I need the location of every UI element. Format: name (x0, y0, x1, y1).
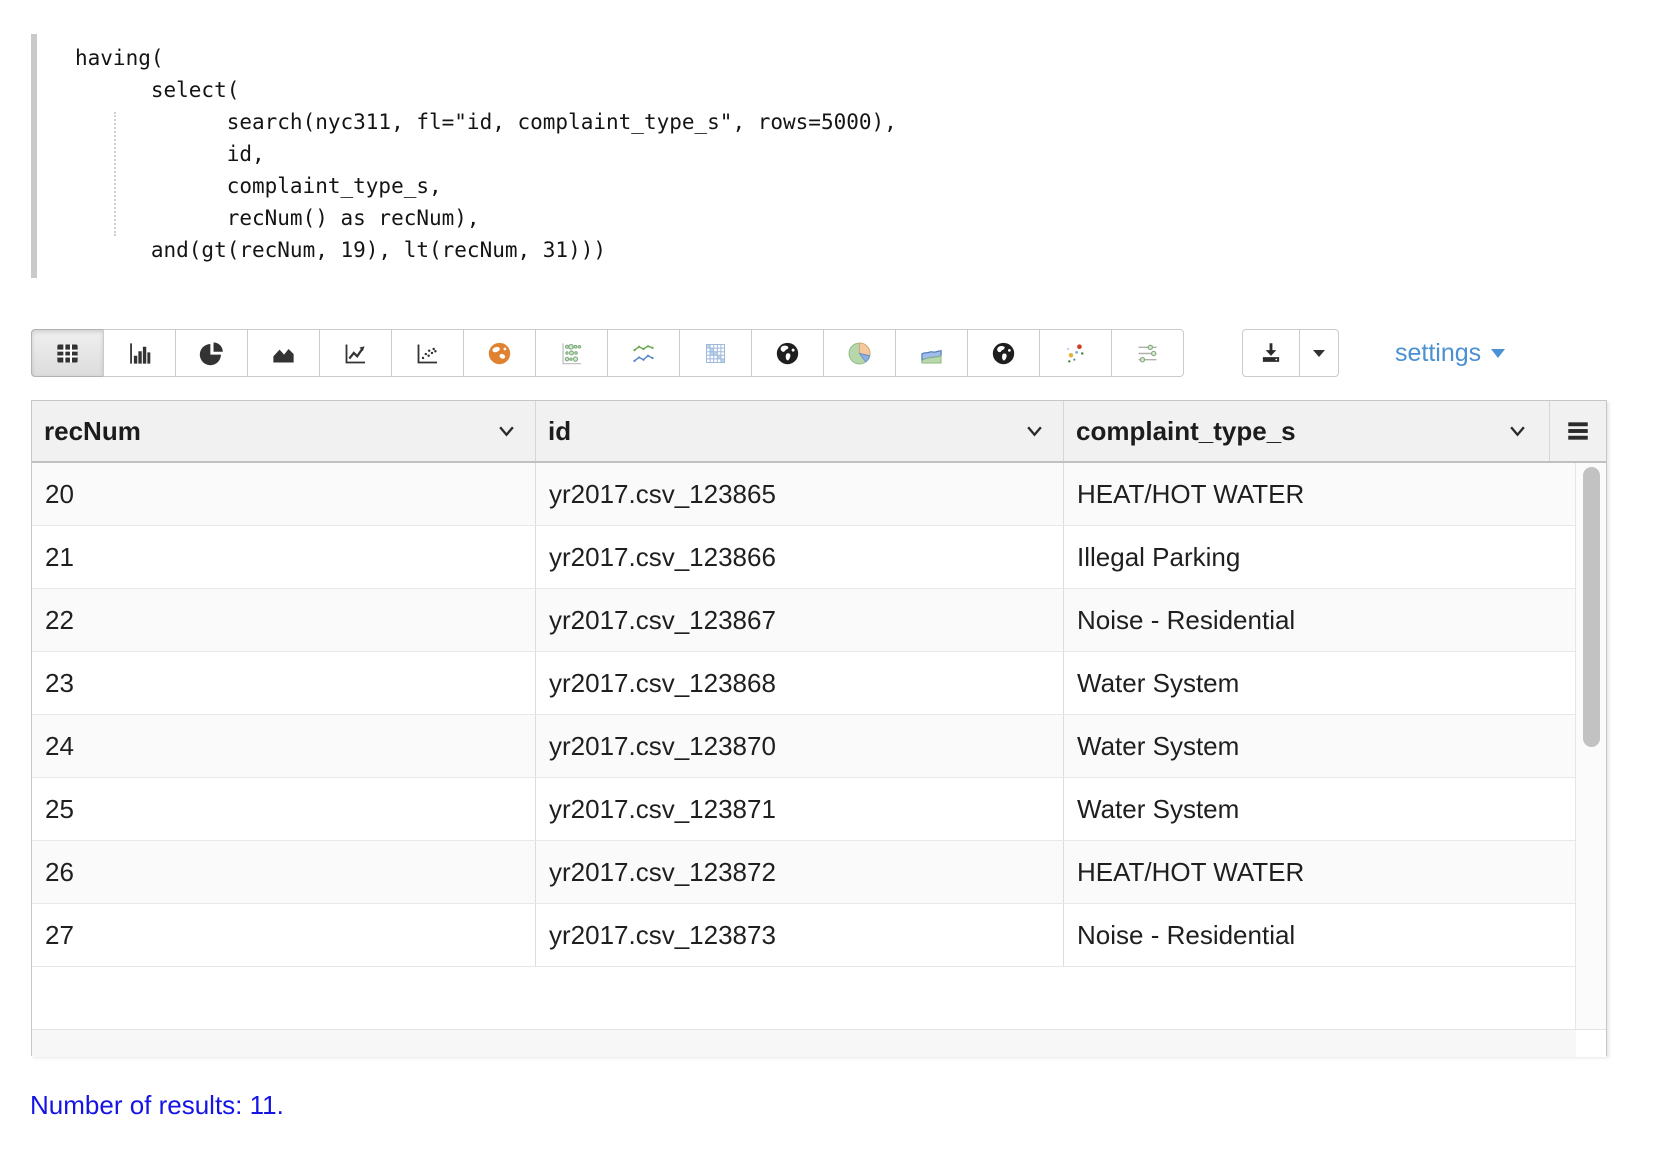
heatmap-grid-icon (702, 340, 729, 367)
chevron-down-icon[interactable] (1026, 425, 1043, 437)
parallel-coordinates-icon (1134, 340, 1161, 367)
cell-recnum: 26 (32, 841, 536, 903)
chevron-down-icon[interactable] (498, 425, 515, 437)
cell-id: yr2017.csv_123868 (536, 652, 1064, 714)
cell-recnum: 25 (32, 778, 536, 840)
cell-recnum: 20 (32, 463, 536, 525)
cell-recnum: 22 (32, 589, 536, 651)
world-map-button[interactable] (463, 329, 536, 377)
area-chart-button[interactable] (247, 329, 320, 377)
bar-chart-icon (126, 340, 153, 367)
cell-complaint-type: Noise - Residential (1064, 904, 1576, 966)
column-header-recnum[interactable]: recNum (32, 401, 536, 461)
cell-id: yr2017.csv_123867 (536, 589, 1064, 651)
download-icon (1258, 340, 1284, 366)
cell-id: yr2017.csv_123873 (536, 904, 1064, 966)
table-row[interactable]: 24 yr2017.csv_123870 Water System (32, 715, 1606, 778)
table-scrollbar-track[interactable] (1575, 463, 1606, 1029)
cell-recnum: 23 (32, 652, 536, 714)
table-view-button[interactable] (31, 329, 104, 377)
settings-label: settings (1395, 339, 1481, 368)
cell-id: yr2017.csv_123871 (536, 778, 1064, 840)
line-chart-button[interactable] (319, 329, 392, 377)
table-row[interactable]: 23 yr2017.csv_123868 Water System (32, 652, 1606, 715)
column-header-complaint-type[interactable]: complaint_type_s (1064, 401, 1546, 461)
results-table: recNum id complaint_type_s (31, 400, 1607, 1056)
table-body: 20 yr2017.csv_123865 HEAT/HOT WATER 21 y… (32, 463, 1606, 1029)
bubble-matrix-icon (558, 340, 585, 367)
scrollbar-corner (1576, 1030, 1606, 1057)
multi-line-chart-button[interactable] (607, 329, 680, 377)
chevron-down-icon[interactable] (1509, 425, 1526, 437)
table-scrollbar-thumb[interactable] (1583, 467, 1600, 747)
table-row[interactable]: 21 yr2017.csv_123866 Illegal Parking (32, 526, 1606, 589)
table-footer-strip (32, 1029, 1606, 1057)
download-button-group (1242, 329, 1339, 377)
column-label: recNum (44, 416, 141, 447)
scatter-plot-button[interactable] (391, 329, 464, 377)
table-row[interactable]: 26 yr2017.csv_123872 HEAT/HOT WATER (32, 841, 1606, 904)
parallel-coordinates-button[interactable] (1111, 329, 1184, 377)
table-row[interactable]: 27 yr2017.csv_123873 Noise - Residential (32, 904, 1606, 967)
cell-recnum: 21 (32, 526, 536, 588)
pie-chart-button[interactable] (175, 329, 248, 377)
globe-map-2-button[interactable] (967, 329, 1040, 377)
cell-complaint-type: Water System (1064, 715, 1576, 777)
area-chart-icon (270, 340, 297, 367)
indent-guide (114, 112, 116, 236)
world-map-orange-icon (486, 340, 513, 367)
caret-down-icon (1490, 348, 1506, 359)
cell-complaint-type: Water System (1064, 652, 1576, 714)
cell-complaint-type: HEAT/HOT WATER (1064, 463, 1576, 525)
area-chart-colored-button[interactable] (895, 329, 968, 377)
scatter-plot-icon (414, 340, 441, 367)
cell-id: yr2017.csv_123872 (536, 841, 1064, 903)
chart-type-button-group (31, 329, 1184, 377)
table-row[interactable]: 20 yr2017.csv_123865 HEAT/HOT WATER (32, 463, 1606, 526)
multi-series-line-icon (630, 340, 657, 367)
cell-complaint-type: Water System (1064, 778, 1576, 840)
globe-map-button[interactable] (751, 329, 824, 377)
column-label: complaint_type_s (1076, 416, 1296, 447)
query-code-text: having( select( search(nyc311, fl="id, c… (75, 42, 897, 266)
column-header-id[interactable]: id (536, 401, 1064, 461)
bar-chart-button[interactable] (103, 329, 176, 377)
pie-chart-colored-button[interactable] (823, 329, 896, 377)
globe-dark-2-icon (990, 340, 1017, 367)
column-label: id (548, 416, 571, 447)
settings-dropdown[interactable]: settings (1395, 329, 1506, 377)
cell-id: yr2017.csv_123870 (536, 715, 1064, 777)
cell-complaint-type: HEAT/HOT WATER (1064, 841, 1576, 903)
hamburger-menu-icon (1565, 420, 1591, 442)
table-row[interactable]: 22 yr2017.csv_123867 Noise - Residential (32, 589, 1606, 652)
results-count-text: Number of results: 11. (30, 1090, 284, 1121)
cell-recnum: 27 (32, 904, 536, 966)
query-code-block[interactable]: having( select( search(nyc311, fl="id, c… (31, 34, 897, 278)
cell-complaint-type: Noise - Residential (1064, 589, 1576, 651)
table-header-row: recNum id complaint_type_s (32, 401, 1606, 463)
table-row[interactable]: 25 yr2017.csv_123871 Water System (32, 778, 1606, 841)
area-chart-colored-icon (918, 340, 945, 367)
page: having( select( search(nyc311, fl="id, c… (0, 0, 1672, 1164)
caret-down-icon (1312, 349, 1326, 358)
cell-id: yr2017.csv_123865 (536, 463, 1064, 525)
table-menu-button[interactable] (1549, 401, 1605, 461)
bubble-chart-button[interactable] (535, 329, 608, 377)
cell-recnum: 24 (32, 715, 536, 777)
scatter-colored-icon (1062, 340, 1089, 367)
pie-chart-colored-icon (846, 340, 873, 367)
table-icon (54, 340, 81, 367)
pie-chart-icon (198, 340, 225, 367)
cell-id: yr2017.csv_123866 (536, 526, 1064, 588)
globe-dark-icon (774, 340, 801, 367)
download-button[interactable] (1242, 329, 1300, 377)
heatmap-button[interactable] (679, 329, 752, 377)
scatter-colored-button[interactable] (1039, 329, 1112, 377)
line-chart-icon (342, 340, 369, 367)
cell-complaint-type: Illegal Parking (1064, 526, 1576, 588)
download-options-button[interactable] (1299, 329, 1339, 377)
